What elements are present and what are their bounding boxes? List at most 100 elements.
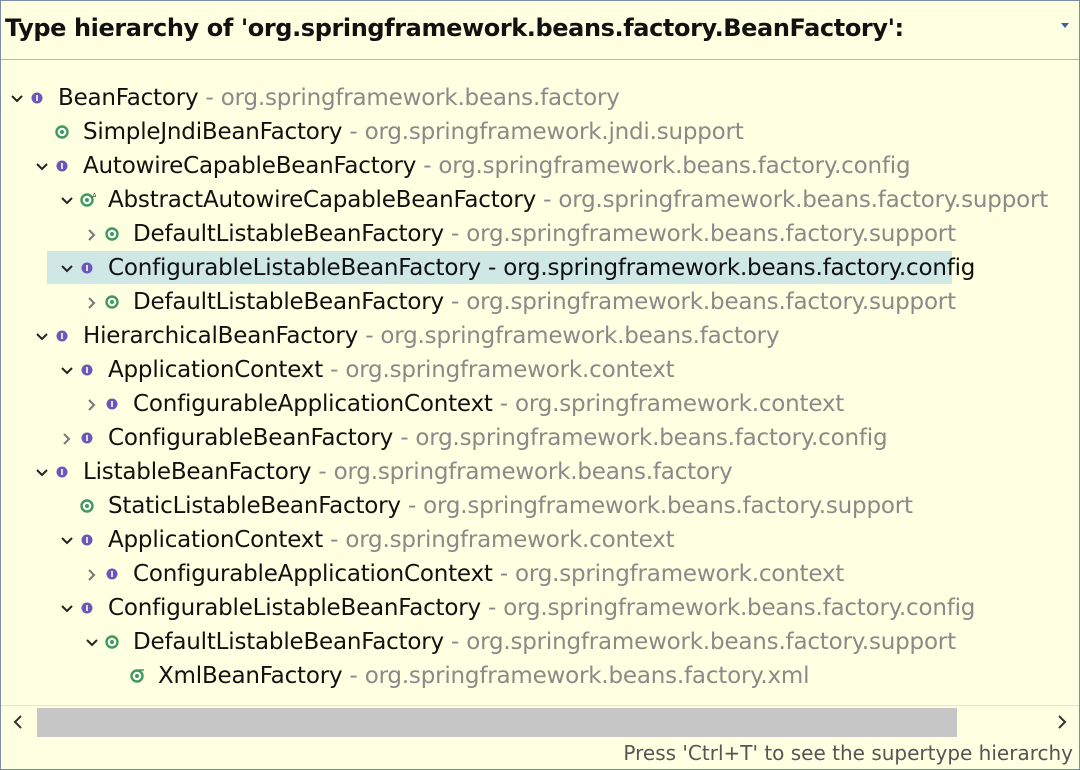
- class-icon: [105, 635, 119, 649]
- tree-item-label: StaticListableBeanFactory - org.springfr…: [108, 489, 913, 523]
- type-name: ApplicationContext: [108, 527, 324, 553]
- class-icon: [105, 295, 119, 309]
- package-name: - org.springframework.beans.factory: [311, 459, 733, 485]
- tree-row[interactable]: DefaultListableBeanFactory - org.springf…: [76, 285, 1079, 319]
- tree-item-label: ApplicationContext - org.springframework…: [108, 523, 675, 557]
- package-name: - org.springframework.context: [492, 391, 845, 417]
- tree-row[interactable]: A AbstractAutowireCapableBeanFactory - or…: [51, 183, 1079, 217]
- type-name: ApplicationContext: [108, 357, 324, 383]
- interface-icon: [81, 602, 93, 614]
- svg-text:A: A: [92, 192, 96, 200]
- class-icon: [105, 227, 119, 241]
- chevron-down-icon[interactable]: [60, 263, 74, 275]
- type-name: ConfigurableApplicationContext: [133, 391, 493, 417]
- package-name: - org.springframework.beans.factory: [358, 323, 780, 349]
- type-name: ConfigurableBeanFactory: [108, 425, 394, 451]
- type-name: AutowireCapableBeanFactory: [83, 153, 417, 179]
- tree-item-label: ConfigurableApplicationContext - org.spr…: [133, 387, 844, 421]
- chevron-down-icon[interactable]: [10, 93, 24, 105]
- abstract-class-icon: A: [80, 192, 96, 207]
- scroll-left-icon[interactable]: [5, 710, 31, 734]
- interface-icon: [81, 534, 93, 546]
- type-name: ConfigurableListableBeanFactory: [108, 255, 481, 281]
- tree-item-label: SimpleJndiBeanFactory - org.springframew…: [83, 115, 744, 149]
- tree-item-label: BeanFactory - org.springframework.beans.…: [58, 81, 620, 115]
- package-name: - org.springframework.beans.factory.conf…: [416, 153, 911, 179]
- horizontal-scrollbar[interactable]: [1, 705, 1079, 738]
- chevron-right-icon[interactable]: [85, 229, 99, 241]
- type-name: AbstractAutowireCapableBeanFactory: [108, 187, 537, 213]
- type-name: StaticListableBeanFactory: [108, 493, 401, 519]
- tree-item-label: XmlBeanFactory - org.springframework.bea…: [158, 659, 809, 693]
- tree-item-label: AutowireCapableBeanFactory - org.springf…: [83, 149, 911, 183]
- tree-row[interactable]: ConfigurableApplicationContext - org.spr…: [76, 557, 1079, 591]
- package-name: - org.springframework.beans.factory.supp…: [443, 221, 956, 247]
- chevron-down-icon[interactable]: [35, 467, 49, 479]
- deprecated-class-icon: [130, 669, 144, 683]
- interface-icon: [106, 398, 118, 410]
- chevron-down-icon[interactable]: [60, 195, 74, 207]
- tree-row[interactable]: BeanFactory - org.springframework.beans.…: [1, 81, 1079, 115]
- type-name: DefaultListableBeanFactory: [133, 221, 444, 247]
- tree-row[interactable]: ConfigurableApplicationContext - org.spr…: [76, 387, 1079, 421]
- type-name: ConfigurableListableBeanFactory: [108, 595, 481, 621]
- tree-item-label: AbstractAutowireCapableBeanFactory - org…: [108, 183, 1048, 217]
- interface-icon: [106, 568, 118, 580]
- type-name: ListableBeanFactory: [83, 459, 312, 485]
- chevron-down-icon[interactable]: [60, 603, 74, 615]
- package-name: - org.springframework.beans.factory.conf…: [393, 425, 888, 451]
- status-hint: Press 'Ctrl+T' to see the supertype hier…: [623, 741, 1073, 765]
- package-name: - org.springframework.beans.factory.supp…: [443, 289, 956, 315]
- type-name: ConfigurableApplicationContext: [133, 561, 493, 587]
- chevron-down-icon[interactable]: [35, 161, 49, 173]
- package-name: - org.springframework.jndi.support: [342, 119, 744, 145]
- package-name: - org.springframework.beans.factory.supp…: [443, 629, 956, 655]
- tree-row[interactable]: DefaultListableBeanFactory - org.springf…: [76, 625, 1079, 659]
- interface-icon: [56, 330, 68, 342]
- tree-item-label: ApplicationContext - org.springframework…: [108, 353, 675, 387]
- tree-row[interactable]: ListableBeanFactory - org.springframewor…: [26, 455, 1079, 489]
- type-name: HierarchicalBeanFactory: [83, 323, 359, 349]
- interface-icon: [31, 92, 43, 104]
- interface-icon: [81, 432, 93, 444]
- type-hierarchy-popup: Type hierarchy of 'org.springframework.b…: [0, 0, 1080, 770]
- package-name: - org.springframework.context: [323, 357, 675, 383]
- interface-icon: [81, 262, 93, 274]
- interface-icon: [81, 364, 93, 376]
- package-name: - org.springframework.beans.factory.supp…: [536, 187, 1049, 213]
- tree-row[interactable]: ConfigurableListableBeanFactory - org.sp…: [47, 251, 1079, 285]
- tree-row[interactable]: XmlBeanFactory - org.springframework.bea…: [101, 659, 1079, 693]
- tree-row[interactable]: DefaultListableBeanFactory - org.springf…: [76, 217, 1079, 251]
- chevron-right-icon[interactable]: [85, 569, 99, 581]
- chevron-right-icon[interactable]: [85, 399, 99, 411]
- chevron-right-icon[interactable]: [60, 433, 74, 445]
- tree-item-label: ConfigurableBeanFactory - org.springfram…: [108, 421, 888, 455]
- tree-row[interactable]: ConfigurableListableBeanFactory - org.sp…: [51, 591, 1079, 625]
- tree-row[interactable]: AutowireCapableBeanFactory - org.springf…: [26, 149, 1079, 183]
- tree-row[interactable]: ConfigurableBeanFactory - org.springfram…: [51, 421, 1079, 455]
- type-name: SimpleJndiBeanFactory: [83, 119, 343, 145]
- tree-row[interactable]: ApplicationContext - org.springframework…: [51, 523, 1079, 557]
- tree-row[interactable]: StaticListableBeanFactory - org.springfr…: [51, 489, 1079, 523]
- tree-item-label: HierarchicalBeanFactory - org.springfram…: [83, 319, 780, 353]
- chevron-down-icon[interactable]: [60, 365, 74, 377]
- tree-row[interactable]: ApplicationContext - org.springframework…: [51, 353, 1079, 387]
- tree-item-label: DefaultListableBeanFactory - org.springf…: [133, 285, 956, 319]
- scroll-right-icon[interactable]: [1049, 710, 1075, 734]
- view-menu-icon[interactable]: [1059, 19, 1071, 31]
- package-name: - org.springframework.context: [323, 527, 675, 553]
- chevron-down-icon[interactable]: [35, 331, 49, 343]
- type-name: DefaultListableBeanFactory: [133, 629, 444, 655]
- type-name: BeanFactory: [58, 85, 199, 111]
- chevron-down-icon[interactable]: [60, 535, 74, 547]
- chevron-down-icon[interactable]: [85, 637, 99, 649]
- tree-row[interactable]: HierarchicalBeanFactory - org.springfram…: [26, 319, 1079, 353]
- chevron-right-icon[interactable]: [85, 297, 99, 309]
- interface-icon: [56, 160, 68, 172]
- tree-item-label: ListableBeanFactory - org.springframewor…: [83, 455, 733, 489]
- tree-item-label: ConfigurableApplicationContext - org.spr…: [133, 557, 844, 591]
- popup-header: Type hierarchy of 'org.springframework.b…: [1, 1, 1079, 60]
- tree-item-label: DefaultListableBeanFactory - org.springf…: [133, 625, 956, 659]
- tree-row[interactable]: SimpleJndiBeanFactory - org.springframew…: [26, 115, 1079, 149]
- scrollbar-thumb[interactable]: [37, 708, 957, 737]
